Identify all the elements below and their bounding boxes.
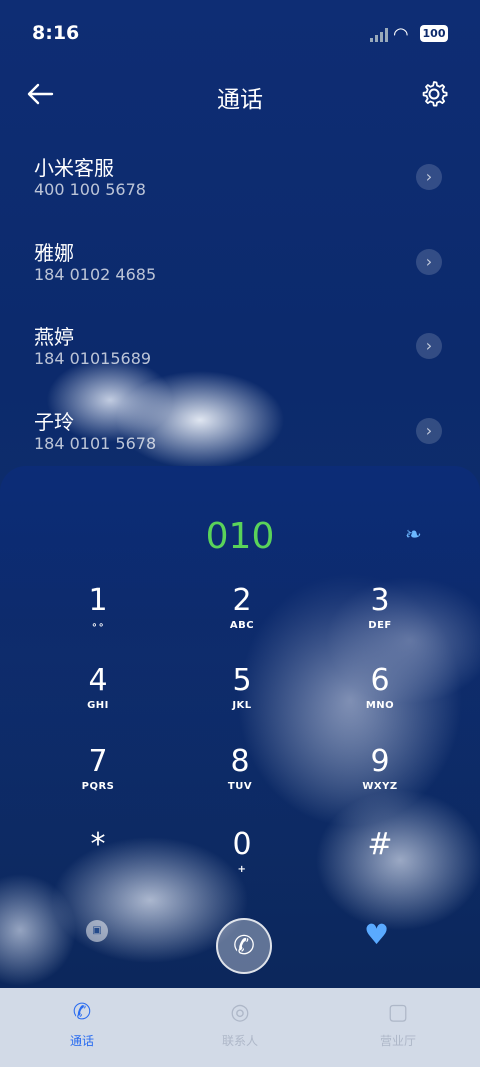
voicemail-icon: ∘∘ [91,620,105,631]
butterfly-icon: ❧ [405,522,422,546]
dial-key-digit: 2 [232,583,252,618]
dial-key-letters: + [237,864,247,875]
bottom-tab-bar: ✆ 通话 ◎ 联系人 ▢ 营业厅 [0,988,480,1067]
contact-number: 184 0102 4685 [34,264,157,284]
dial-key-digit: * [90,827,106,862]
contact-number: 184 0101 5678 [34,433,157,453]
list-item[interactable]: 小米客服 400 100 5678 › [0,140,480,225]
signal-icon [370,28,388,42]
person-icon: ◎ [230,1000,250,1025]
dial-key-digit: 7 [88,744,108,779]
dial-key-0[interactable]: 0 + [202,828,282,898]
dial-key-2[interactable]: 2 ABC [202,584,282,654]
dial-key-digit: 0 [232,827,252,862]
dial-key-letters: WXYZ [362,781,398,792]
heart-icon[interactable]: ♥ [364,918,389,951]
shop-icon: ▢ [387,1000,409,1025]
chevron-right-icon[interactable]: › [416,417,442,444]
dial-key-digit: 5 [232,663,252,698]
dial-key-letters: MNO [365,700,395,711]
wifi-icon: ◠ [393,24,409,45]
tab-calls[interactable]: ✆ 通话 [32,998,132,1049]
tab-label: 通话 [69,1034,94,1048]
dial-key-5[interactable]: 5 JKL [202,664,282,734]
phone-icon: ✆ [72,1000,92,1025]
gear-icon[interactable] [418,78,450,110]
dial-key-1[interactable]: 1 ∘∘ [58,584,138,654]
list-item[interactable]: 雅娜 184 0102 4685 › [0,225,480,310]
phone-icon: ✆ [233,931,255,961]
dial-key-digit: 6 [370,663,390,698]
battery-icon: 100 [420,25,448,42]
contact-name: 燕婷 [34,325,74,349]
tab-store[interactable]: ▢ 营业厅 [348,998,448,1049]
tab-label: 营业厅 [379,1034,416,1048]
dial-key-letters: DEF [368,620,392,631]
dial-key-digit: 3 [370,583,390,618]
dial-key-8[interactable]: 8 TUV [200,745,280,815]
dial-key-digit: 8 [230,744,250,779]
dial-key-letters: GHI [87,700,109,711]
dial-key-star[interactable]: * [58,828,138,898]
app-header: 通话 [0,70,480,120]
contact-name: 小米客服 [34,156,114,180]
dial-key-6[interactable]: 6 MNO [340,664,420,734]
chevron-right-icon[interactable]: › [416,333,442,359]
page-title: 通话 [217,87,263,113]
chevron-right-icon[interactable]: › [416,164,442,190]
tab-label: 联系人 [221,1034,258,1048]
dial-key-letters: JKL [232,700,252,711]
list-item[interactable]: 燕婷 184 01015689 › [0,309,480,394]
contact-name: 子玲 [34,409,74,434]
chevron-right-icon[interactable]: › [416,248,442,275]
dial-key-letters: ABC [229,620,255,631]
dial-key-4[interactable]: 4 GHI [58,664,138,734]
dial-key-digit: 9 [370,744,390,779]
dial-key-7[interactable]: 7 PQRS [58,745,138,815]
dial-key-digit: 1 [88,583,108,618]
status-time: 8:16 [32,22,80,44]
contact-number: 184 01015689 [34,349,152,368]
contact-name: 雅娜 [34,240,74,265]
dial-key-digit: 4 [88,663,108,698]
call-button[interactable]: ✆ [216,918,272,974]
dial-key-9[interactable]: 9 WXYZ [340,745,420,815]
dial-key-letters: TUV [227,781,253,792]
sim-card-icon[interactable]: ▣ [86,920,108,942]
dial-key-3[interactable]: 3 DEF [340,584,420,654]
status-bar: 8:16 ◠ 100 [0,0,480,60]
dial-key-digit: # [367,827,393,862]
contact-number: 400 100 5678 [34,180,146,199]
dial-key-letters: PQRS [81,781,115,792]
recent-contacts-list: 小米客服 400 100 5678 › 雅娜 184 0102 4685 › 燕… [0,140,480,478]
dial-key-hash[interactable]: # [340,828,420,898]
tab-contacts[interactable]: ◎ 联系人 [190,998,290,1049]
